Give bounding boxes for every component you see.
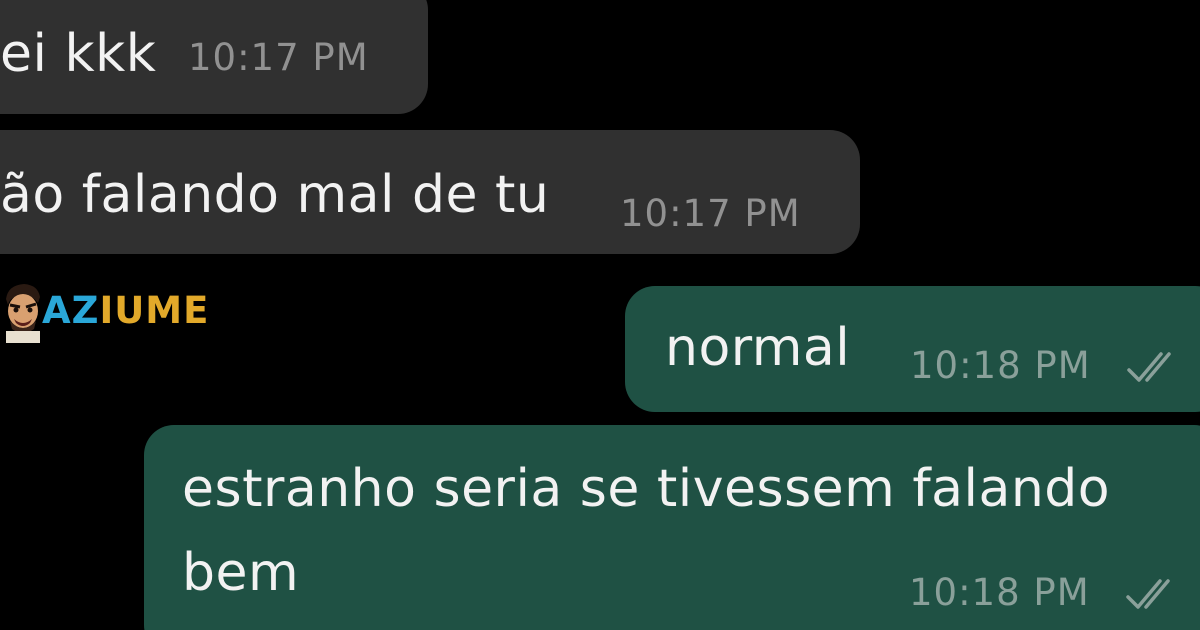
double-check-icon (1126, 579, 1170, 609)
watermark-text-az: AZ (42, 289, 100, 332)
message-timestamp: 10:18 PM (909, 571, 1090, 614)
cartoon-face-icon (6, 284, 40, 343)
watermark-text: AZIUME (42, 291, 209, 331)
message-bubble-incoming[interactable]: ão falando mal de tu 10:17 PM (0, 130, 860, 254)
watermark-logo: AZIUME (0, 276, 209, 346)
message-bubble-outgoing[interactable]: estranho seria se tivessem falando bem 1… (144, 425, 1200, 630)
watermark-text-iume: IUME (99, 289, 210, 332)
chat-area: ei kkk 10:17 PM ão falando mal de tu 10:… (0, 0, 1200, 630)
message-timestamp: 10:18 PM (910, 344, 1091, 387)
message-bubble-incoming[interactable]: ei kkk 10:17 PM (0, 0, 428, 114)
message-text: ei kkk (0, 24, 157, 84)
double-check-icon (1127, 352, 1171, 382)
message-text: ão falando mal de tu (0, 165, 550, 225)
message-bubble-outgoing[interactable]: normal 10:18 PM (625, 286, 1200, 412)
message-timestamp: 10:17 PM (188, 36, 369, 79)
message-timestamp: 10:17 PM (620, 192, 801, 235)
message-text: normal (665, 318, 851, 378)
